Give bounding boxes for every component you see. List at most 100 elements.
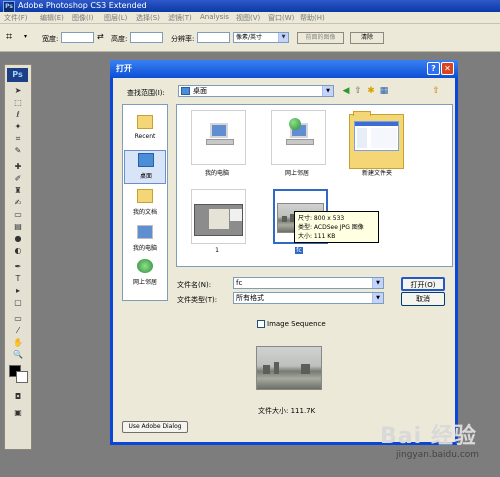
- my-computer-icon: [137, 225, 153, 239]
- view-menu-icon[interactable]: ▦: [379, 86, 389, 96]
- menu-window[interactable]: 窗口(W): [268, 13, 294, 23]
- blur-tool-icon[interactable]: ●: [9, 233, 27, 244]
- crop-tool-icon[interactable]: ⌗: [6, 30, 22, 44]
- eyedropper-icon[interactable]: ⁄: [9, 325, 27, 336]
- file-label: fc: [295, 247, 303, 254]
- pen-tool-icon[interactable]: ✒: [9, 261, 27, 272]
- swap-icon[interactable]: ⇄: [97, 32, 104, 41]
- marquee-tool-icon[interactable]: ⬚: [9, 97, 27, 108]
- chevron-down-icon: ▼: [322, 86, 333, 96]
- look-in-select[interactable]: 桌面 ▼: [178, 85, 334, 97]
- file-size-text: 文件大小: 111.7K: [258, 407, 316, 415]
- folder-up-icon[interactable]: ⇧: [431, 86, 441, 96]
- resolution-unit-value: 像素/英寸: [236, 34, 263, 41]
- resolution-label: 分辨率:: [171, 35, 195, 43]
- magic-wand-icon[interactable]: ✦: [9, 121, 27, 132]
- menu-select[interactable]: 选择(S): [136, 13, 160, 23]
- tooltip-type: 类型: ACDSee JPG 图像: [298, 224, 364, 231]
- file-thumbnail: [191, 110, 246, 165]
- file-label: 新建文件夹: [361, 170, 392, 177]
- my-computer-icon: [206, 123, 234, 145]
- move-tool-icon[interactable]: ➤: [9, 85, 27, 96]
- menu-help[interactable]: 帮助(H): [300, 13, 325, 23]
- tooltip-filesize: 大小: 111 KB: [298, 233, 336, 240]
- app-title: Adobe Photoshop CS3 Extended: [18, 1, 147, 10]
- network-places-icon: [286, 118, 314, 145]
- recent-folder-icon: [137, 115, 153, 129]
- place-label: 我的文档: [132, 209, 157, 216]
- file-item-1[interactable]: 1: [179, 187, 255, 261]
- lasso-tool-icon[interactable]: ℓ: [9, 109, 27, 120]
- gradient-tool-icon[interactable]: ▤: [9, 221, 27, 232]
- dodge-tool-icon[interactable]: ◐: [9, 245, 27, 256]
- look-in-label: 查找范围(I):: [127, 89, 165, 97]
- watermark-text: Bai 经验: [380, 424, 477, 449]
- menu-image[interactable]: 图像(I): [72, 13, 94, 23]
- healing-brush-icon[interactable]: ✚: [9, 161, 27, 172]
- eraser-icon[interactable]: ▭: [9, 209, 27, 220]
- menu-filter[interactable]: 滤镜(T): [168, 13, 192, 23]
- menu-view[interactable]: 视图(V): [236, 13, 260, 23]
- slice-tool-icon[interactable]: ✎: [9, 145, 27, 156]
- tooltip-size: 尺寸: 800 x 533: [298, 215, 345, 222]
- resolution-input[interactable]: [197, 32, 230, 43]
- new-folder-icon[interactable]: ✱: [366, 86, 376, 96]
- notes-tool-icon[interactable]: ▭: [9, 313, 27, 324]
- clear-button[interactable]: 清除: [350, 32, 384, 44]
- height-input[interactable]: [130, 32, 163, 43]
- filetype-select[interactable]: 所有格式 ▼: [233, 292, 384, 304]
- open-dialog: 打开 ? ✕ 查找范围(I): 桌面 ▼ ◀ ⇧ ✱ ▦ ⇧ Recent 桌面…: [110, 60, 458, 445]
- filename-input[interactable]: fc ▼: [233, 277, 384, 289]
- watermark-url: jingyan.baidu.com: [396, 450, 480, 460]
- hand-tool-icon[interactable]: ✋: [9, 337, 27, 348]
- my-documents-icon: [137, 189, 153, 203]
- type-tool-icon[interactable]: T: [9, 273, 27, 284]
- image-sequence-label: Image Sequence: [267, 320, 326, 328]
- place-desktop[interactable]: 桌面: [124, 150, 166, 184]
- photoshop-logo-icon: Ps: [7, 68, 28, 82]
- chevron-down-icon[interactable]: ▾: [24, 33, 27, 40]
- file-info-tooltip: 尺寸: 800 x 533 类型: ACDSee JPG 图像 大小: 111 …: [294, 211, 379, 243]
- file-label: 1: [215, 247, 219, 254]
- image-sequence-checkbox[interactable]: [257, 320, 265, 328]
- options-bar: ⌗ ▾ 宽度: ⇄ 高度: 分辨率: 像素/英寸 ▼ 前面的图像 清除: [0, 24, 500, 52]
- use-adobe-dialog-button[interactable]: Use Adobe Dialog: [122, 421, 188, 433]
- quick-mask-icon[interactable]: ◘: [9, 391, 27, 402]
- desktop-icon: [181, 87, 190, 95]
- background-color-swatch[interactable]: [16, 371, 28, 383]
- place-my-documents[interactable]: 我的文档: [124, 187, 166, 221]
- screen-mode-icon[interactable]: ▣: [9, 407, 27, 418]
- back-icon[interactable]: ◀: [341, 86, 351, 96]
- shape-tool-icon[interactable]: ▢: [9, 297, 27, 308]
- file-thumbnail: [271, 110, 326, 165]
- place-recent[interactable]: Recent: [124, 113, 166, 147]
- file-item-new-folder[interactable]: 新建文件夹: [339, 108, 415, 182]
- close-button[interactable]: ✕: [441, 62, 454, 75]
- resolution-unit-select[interactable]: 像素/英寸 ▼: [233, 32, 289, 43]
- file-item-my-computer[interactable]: 我的电脑: [179, 108, 255, 182]
- tools-panel: Ps ➤ ⬚ ℓ ✦ ⌗ ✎ ✚ ✐ ♜ ✍ ▭ ▤ ● ◐ ✒ T ▸ ▢ ▭…: [4, 64, 32, 450]
- image-thumbnail: [194, 204, 243, 236]
- width-input[interactable]: [61, 32, 94, 43]
- help-button[interactable]: ?: [427, 62, 440, 75]
- zoom-tool-icon[interactable]: 🔍: [9, 349, 27, 360]
- clone-stamp-icon[interactable]: ♜: [9, 185, 27, 196]
- history-brush-icon[interactable]: ✍: [9, 197, 27, 208]
- path-select-icon[interactable]: ▸: [9, 285, 27, 296]
- open-button[interactable]: 打开(O): [401, 277, 445, 291]
- cancel-button[interactable]: 取消: [401, 292, 445, 306]
- file-item-network[interactable]: 网上邻居: [259, 108, 335, 182]
- brush-tool-icon[interactable]: ✐: [9, 173, 27, 184]
- menu-layer[interactable]: 图层(L): [104, 13, 127, 23]
- place-network[interactable]: 网上邻居: [124, 257, 166, 291]
- up-folder-icon[interactable]: ⇧: [353, 86, 363, 96]
- place-my-computer[interactable]: 我的电脑: [124, 223, 166, 257]
- front-image-button[interactable]: 前面的图像: [297, 32, 344, 44]
- menu-analysis[interactable]: Analysis: [200, 13, 229, 21]
- crop-tool-icon[interactable]: ⌗: [9, 133, 27, 144]
- place-label: 网上邻居: [132, 279, 157, 286]
- menu-edit[interactable]: 编辑(E): [40, 13, 64, 23]
- place-label: 桌面: [139, 173, 152, 180]
- menu-file[interactable]: 文件(F): [4, 13, 28, 23]
- chevron-down-icon: ▼: [372, 293, 383, 303]
